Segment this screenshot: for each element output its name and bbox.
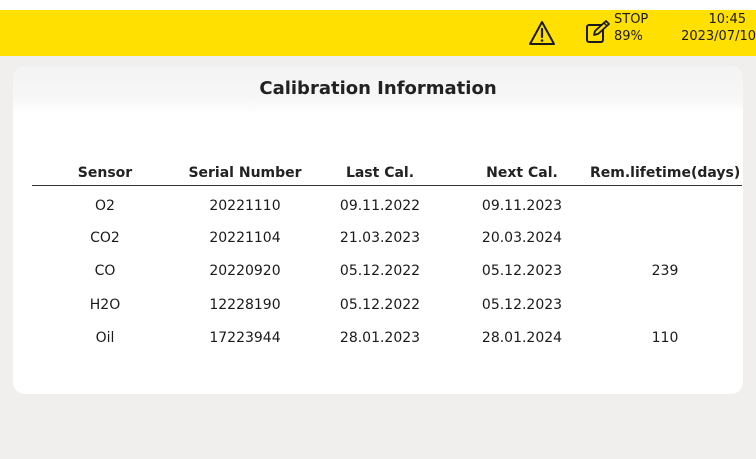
next-cal-date: 05.12.2023 (481, 297, 563, 313)
edit-icon[interactable] (585, 19, 611, 45)
last-cal-date: 21.03.2023 (339, 230, 421, 246)
last-cal-date: 09.11.2022 (339, 198, 421, 214)
next-cal-date: 28.01.2024 (481, 330, 563, 346)
sensor-name: Oil (95, 330, 115, 346)
serial-number: 20221104 (209, 230, 281, 246)
last-cal-date: 05.12.2022 (339, 297, 421, 313)
warning-icon[interactable] (528, 20, 556, 46)
column-header-sensor: Sensor (77, 165, 133, 181)
column-header-rem-lifetime: Rem.lifetime(days) (590, 165, 741, 181)
serial-number: 17223944 (209, 330, 281, 346)
sensor-name: O2 (95, 198, 115, 214)
sensor-name: H2O (89, 297, 121, 313)
serial-number: 20221110 (209, 198, 281, 214)
next-cal-date: 20.03.2024 (481, 230, 563, 246)
column-header-serial-number: Serial Number (188, 165, 302, 181)
next-cal-date: 05.12.2023 (481, 263, 563, 279)
sensor-name: CO2 (90, 230, 120, 246)
remaining-lifetime: 110 (651, 330, 679, 346)
last-cal-date: 28.01.2023 (339, 330, 421, 346)
card-header: Calibration Information (13, 66, 743, 114)
serial-number: 20220920 (209, 263, 281, 279)
sensor-name: CO (94, 263, 116, 279)
serial-number: 12228190 (209, 297, 281, 313)
next-cal-date: 09.11.2023 (481, 198, 563, 214)
page-title: Calibration Information (259, 78, 497, 99)
remaining-lifetime: 239 (651, 263, 679, 279)
header-divider (32, 185, 742, 186)
column-header-next-cal: Next Cal. (486, 165, 558, 181)
status-bar: STOP 89% 10:45 2023/07/10 (0, 10, 756, 56)
last-cal-date: 05.12.2022 (339, 263, 421, 279)
clock-date: 2023/07/10 (681, 29, 756, 44)
column-header-last-cal: Last Cal. (345, 165, 415, 181)
clock-time: 10:45 (708, 12, 746, 27)
